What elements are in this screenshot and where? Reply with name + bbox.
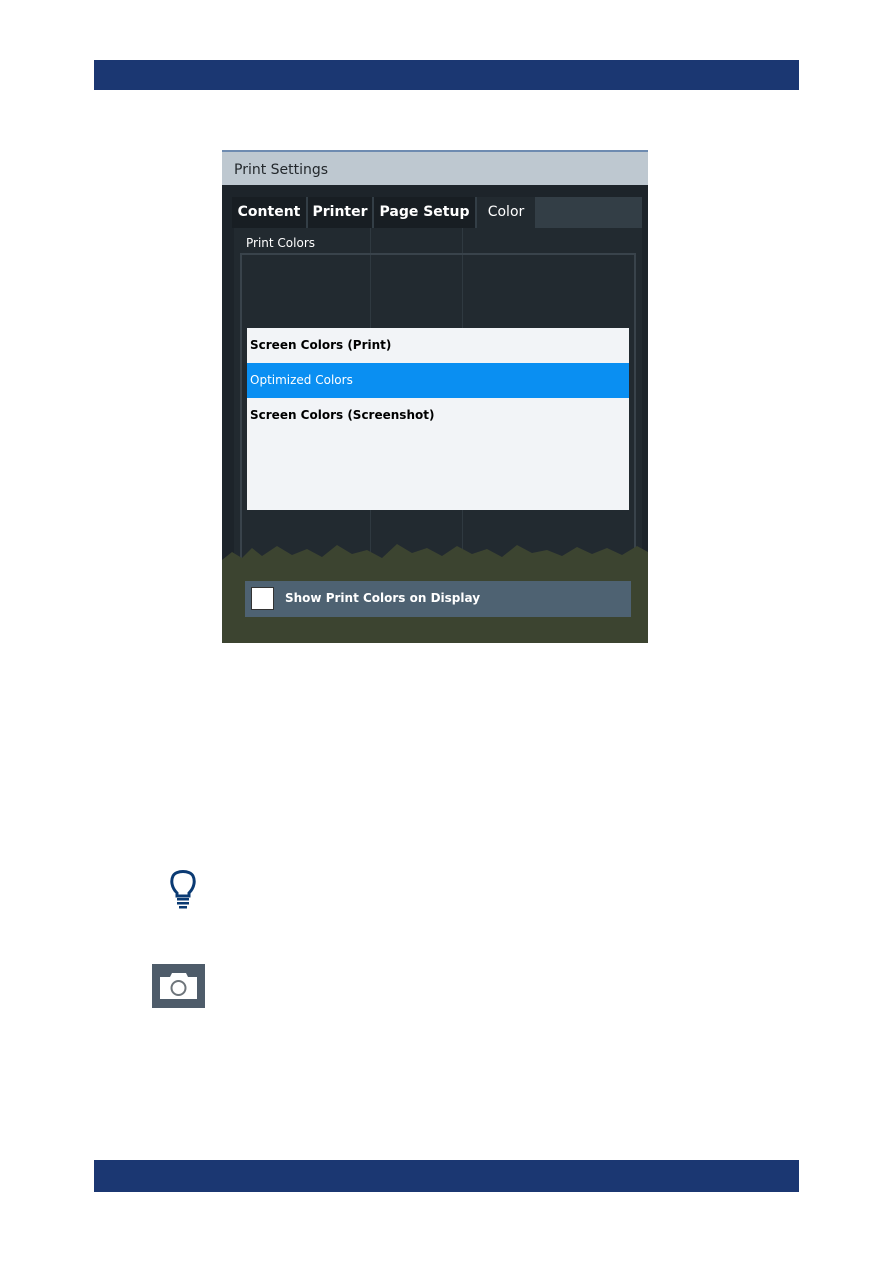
option-screen-colors-print[interactable]: Screen Colors (Print): [247, 328, 629, 363]
page-footer-bar: [94, 1160, 799, 1192]
option-optimized-colors[interactable]: Optimized Colors: [247, 363, 629, 398]
lightbulb-icon: [170, 870, 196, 909]
group-label: Print Colors: [246, 236, 315, 250]
dialog-title: Print Settings: [234, 162, 329, 178]
tab-printer[interactable]: Printer: [308, 197, 374, 228]
dialog-title-bar: Print Settings: [222, 150, 648, 185]
tab-bar: Content Printer Page Setup Color: [232, 197, 642, 228]
checkbox-label: Show Print Colors on Display: [285, 591, 481, 605]
show-print-colors-checkbox-row[interactable]: Show Print Colors on Display: [245, 581, 631, 617]
tab-color[interactable]: Color: [477, 197, 537, 228]
print-colors-list: Screen Colors (Print) Optimized Colors S…: [247, 328, 629, 510]
document-page: Print Settings Content Printer Page Setu…: [0, 0, 893, 1263]
option-screen-colors-screenshot[interactable]: Screen Colors (Screenshot): [247, 398, 629, 433]
print-settings-dialog: Print Settings Content Printer Page Setu…: [222, 150, 648, 643]
show-print-colors-checkbox[interactable]: [251, 587, 274, 610]
tab-page-setup[interactable]: Page Setup: [374, 197, 477, 228]
camera-icon: [152, 964, 205, 1008]
tab-content[interactable]: Content: [232, 197, 308, 228]
page-header-bar: [94, 60, 799, 90]
